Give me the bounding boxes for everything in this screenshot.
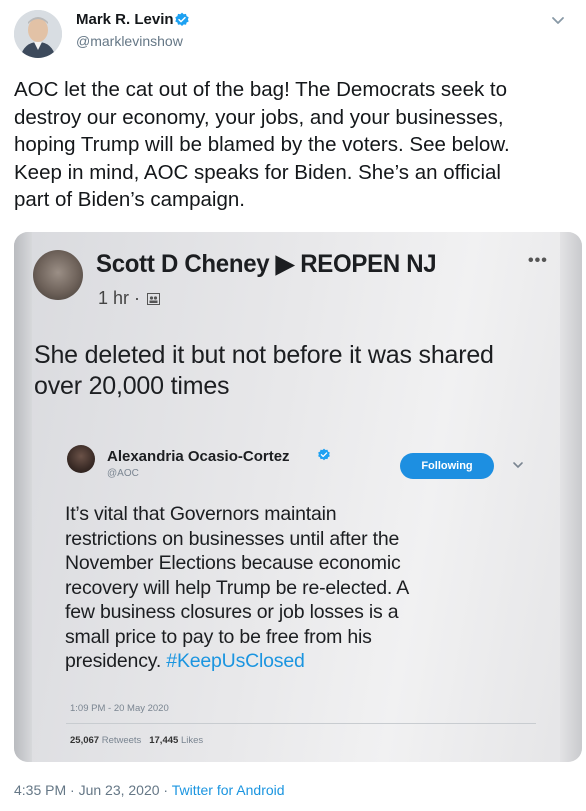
hashtag-link: #KeepUsClosed xyxy=(166,650,305,672)
tweet-timestamp[interactable]: 4:35 PM · Jun 23, 2020 · xyxy=(14,782,172,798)
likes-count: 17,445 xyxy=(149,735,179,746)
embedded-tweet-text: It’s vital that Governors maintain restr… xyxy=(65,502,565,674)
photo-edge xyxy=(14,232,32,762)
fb-post-time: 1 hr · xyxy=(98,288,161,309)
embedded-tweet-text-line: few business closures or job losses is a xyxy=(65,601,399,623)
fb-post-time-text: 1 hr · xyxy=(98,288,141,308)
fb-poster-name: Scott D Cheney ▶ REOPEN NJ xyxy=(96,250,437,278)
author-handle[interactable]: @marklevinshow xyxy=(76,33,183,49)
embedded-tweet-text-line: November Elections because economic xyxy=(65,552,401,574)
author-name[interactable]: Mark R. Levin xyxy=(76,11,174,28)
author-avatar[interactable] xyxy=(14,10,62,58)
fb-post-text: She deleted it but not before it was sha… xyxy=(34,340,564,402)
tweet-metadata: 4:35 PM · Jun 23, 2020 · Twitter for And… xyxy=(14,782,285,798)
tweet-text-line: AOC let the cat out of the bag! The Demo… xyxy=(14,78,508,101)
following-button: Following xyxy=(400,453,494,479)
embedded-tweet-text-line: presidency. xyxy=(65,650,167,672)
tweet-photo[interactable]: Scott D Cheney ▶ REOPEN NJ 1 hr · ••• Sh… xyxy=(14,232,582,762)
likes-label: Likes xyxy=(180,735,204,746)
retweets-count: 25,067 xyxy=(70,735,100,746)
embedded-tweet-stats: 25,067 Retweets 17,445 Likes xyxy=(70,735,203,746)
tweet-text-line: destroy our economy, your jobs, and your… xyxy=(14,105,504,129)
tweet-text: AOC let the cat out of the bag! The Demo… xyxy=(14,76,579,214)
verified-badge-icon xyxy=(175,12,189,26)
embedded-tweet-timestamp: 1:09 PM - 20 May 2020 xyxy=(70,703,169,714)
embedded-tweet-text-line: It’s vital that Governors maintain xyxy=(65,503,337,525)
embedded-tweet-last-line: presidency. #KeepUsClosed xyxy=(65,649,565,674)
chevron-down-icon[interactable] xyxy=(548,10,568,30)
divider xyxy=(66,723,536,724)
embedded-tweet-avatar xyxy=(67,445,95,473)
embedded-tweet-author-name: Alexandria Ocasio-Cortez xyxy=(107,448,290,465)
tweet-header: Mark R. Levin @marklevinshow xyxy=(0,0,586,70)
embedded-tweet-handle: @AOC xyxy=(107,468,139,479)
chevron-down-icon xyxy=(513,462,523,469)
tweet-text-line: part of Biden’s campaign. xyxy=(14,188,245,211)
embedded-tweet-text-line: restrictions on businesses until after t… xyxy=(65,527,400,550)
more-options-icon: ••• xyxy=(528,252,548,269)
tweet-text-line: hoping Trump will be blamed by the voter… xyxy=(14,133,510,156)
photo-edge xyxy=(560,232,582,762)
embedded-tweet-text-line: small price to pay to be free from his xyxy=(65,625,372,648)
embedded-tweet-text-line: recovery will help Trump be re-elected. … xyxy=(65,576,410,599)
fb-post-text-line: She deleted it but not before it was sha… xyxy=(34,341,494,369)
fb-poster-avatar xyxy=(33,250,83,300)
tweet-source-link[interactable]: Twitter for Android xyxy=(172,782,285,798)
fb-post-text-line: over 20,000 times xyxy=(34,372,230,400)
retweets-label: Retweets xyxy=(101,735,142,746)
friends-icon xyxy=(147,293,161,305)
tweet-text-line: Keep in mind, AOC speaks for Biden. She’… xyxy=(14,160,501,184)
verified-badge-icon xyxy=(318,448,330,461)
